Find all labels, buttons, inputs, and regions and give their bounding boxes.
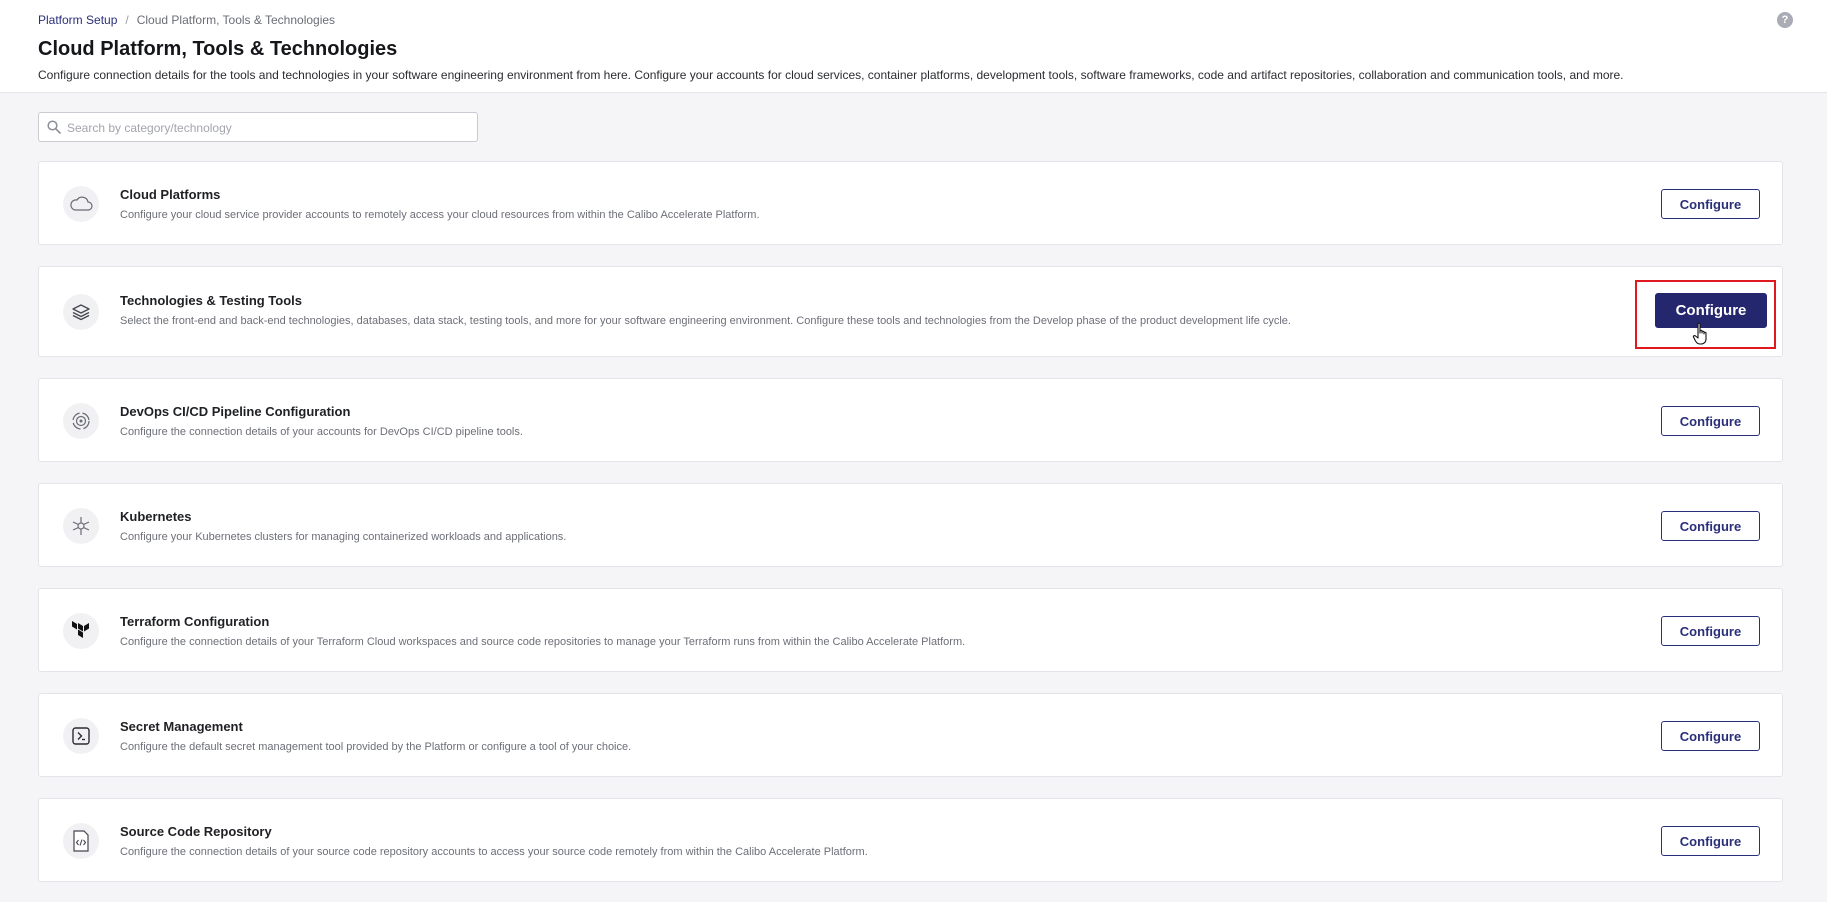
card-description: Select the front-end and back-end techno… [120, 315, 1291, 327]
card-description: Configure the connection details of your… [120, 426, 523, 438]
page-header: Platform Setup / Cloud Platform, Tools &… [0, 0, 1827, 93]
breadcrumb: Platform Setup / Cloud Platform, Tools &… [38, 13, 335, 27]
card-title: Cloud Platforms [120, 187, 221, 202]
card-description: Configure the connection details of your… [120, 846, 868, 858]
card-devops-pipeline: DevOps CI/CD Pipeline Configuration Conf… [38, 378, 1783, 462]
card-description: Configure your Kubernetes clusters for m… [120, 531, 567, 543]
card-title: Source Code Repository [120, 824, 272, 839]
card-kubernetes: Kubernetes Configure your Kubernetes clu… [38, 483, 1783, 567]
configure-button[interactable]: Configure [1661, 721, 1760, 751]
kubernetes-icon [63, 508, 99, 544]
page-description: Configure connection details for the too… [38, 68, 1624, 82]
card-cloud-platforms: Cloud Platforms Configure your cloud ser… [38, 161, 1783, 245]
page-title: Cloud Platform, Tools & Technologies [38, 38, 398, 60]
code-file-icon [63, 823, 99, 859]
breadcrumb-current: Cloud Platform, Tools & Technologies [136, 13, 336, 27]
terraform-icon [63, 613, 99, 649]
configure-button[interactable]: Configure [1661, 826, 1760, 856]
layers-icon [63, 294, 99, 330]
search-input[interactable] [65, 113, 469, 143]
search-box [38, 112, 478, 143]
card-title: Terraform Configuration [120, 614, 270, 629]
breadcrumb-separator: / [125, 13, 129, 27]
card-title: Kubernetes [120, 509, 192, 524]
pipeline-icon [63, 403, 99, 439]
card-technologies-testing-tools: Technologies & Testing Tools Select the … [38, 266, 1783, 357]
help-icon[interactable]: ? [1777, 12, 1793, 28]
hand-cursor-icon [1692, 322, 1707, 345]
card-description: Configure the default secret management … [120, 741, 632, 753]
search-icon [47, 120, 61, 134]
card-title: Secret Management [120, 719, 243, 734]
card-description: Configure your cloud service provider ac… [120, 209, 760, 221]
card-source-code-repository: Source Code Repository Configure the con… [38, 798, 1783, 882]
configure-button[interactable]: Configure [1661, 406, 1760, 436]
card-secret-management: Secret Management Configure the default … [38, 693, 1783, 777]
configure-button[interactable]: Configure [1661, 616, 1760, 646]
card-description: Configure the connection details of your… [120, 636, 966, 648]
cloud-icon [63, 186, 99, 222]
card-title: DevOps CI/CD Pipeline Configuration [120, 404, 351, 419]
card-terraform-configuration: Terraform Configuration Configure the co… [38, 588, 1783, 672]
configure-button[interactable]: Configure [1661, 511, 1760, 541]
card-title: Technologies & Testing Tools [120, 293, 303, 308]
secret-icon [63, 718, 99, 754]
breadcrumb-platform-setup[interactable]: Platform Setup [38, 13, 117, 27]
configure-button[interactable]: Configure [1661, 189, 1760, 219]
